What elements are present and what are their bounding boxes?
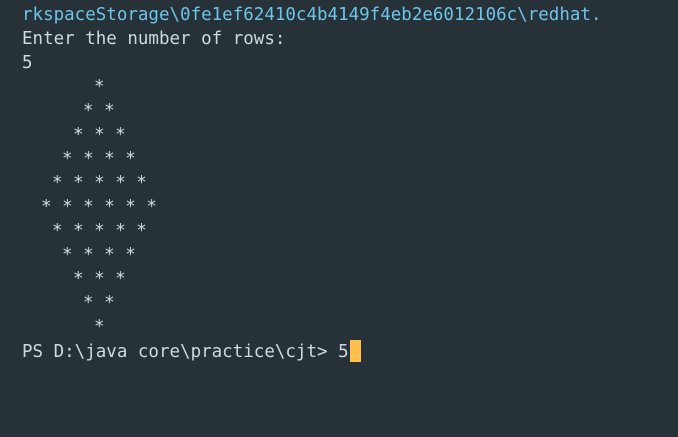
- rows-input-value: 5: [22, 53, 33, 73]
- pattern-row: * * *: [73, 125, 126, 145]
- pattern-row: * * *: [73, 269, 126, 289]
- pattern-row: * * * *: [62, 245, 136, 265]
- powershell-prompt-line[interactable]: PS D:\java core\practice\cjt> 5: [22, 340, 361, 364]
- pattern-row: *: [94, 77, 105, 97]
- text-cursor: [349, 340, 361, 362]
- pattern-row: * * * * * *: [41, 197, 157, 217]
- pattern-row: *: [94, 317, 105, 337]
- rows-prompt-text: Enter the number of rows:: [22, 29, 286, 49]
- pattern-row: * *: [83, 293, 115, 313]
- pattern-row: * * * * *: [52, 221, 147, 241]
- pattern-row: * * * *: [62, 149, 136, 169]
- workspace-path-text: rkspaceStorage\0fe1ef62410c4b4149f4eb2e6…: [22, 5, 602, 25]
- pattern-row: * * * * *: [52, 173, 147, 193]
- pattern-row: * *: [83, 101, 115, 121]
- command-input[interactable]: 5: [338, 342, 349, 362]
- terminal-window[interactable]: rkspaceStorage\0fe1ef62410c4b4149f4eb2e6…: [0, 0, 678, 437]
- powershell-prompt: PS D:\java core\practice\cjt>: [22, 342, 339, 362]
